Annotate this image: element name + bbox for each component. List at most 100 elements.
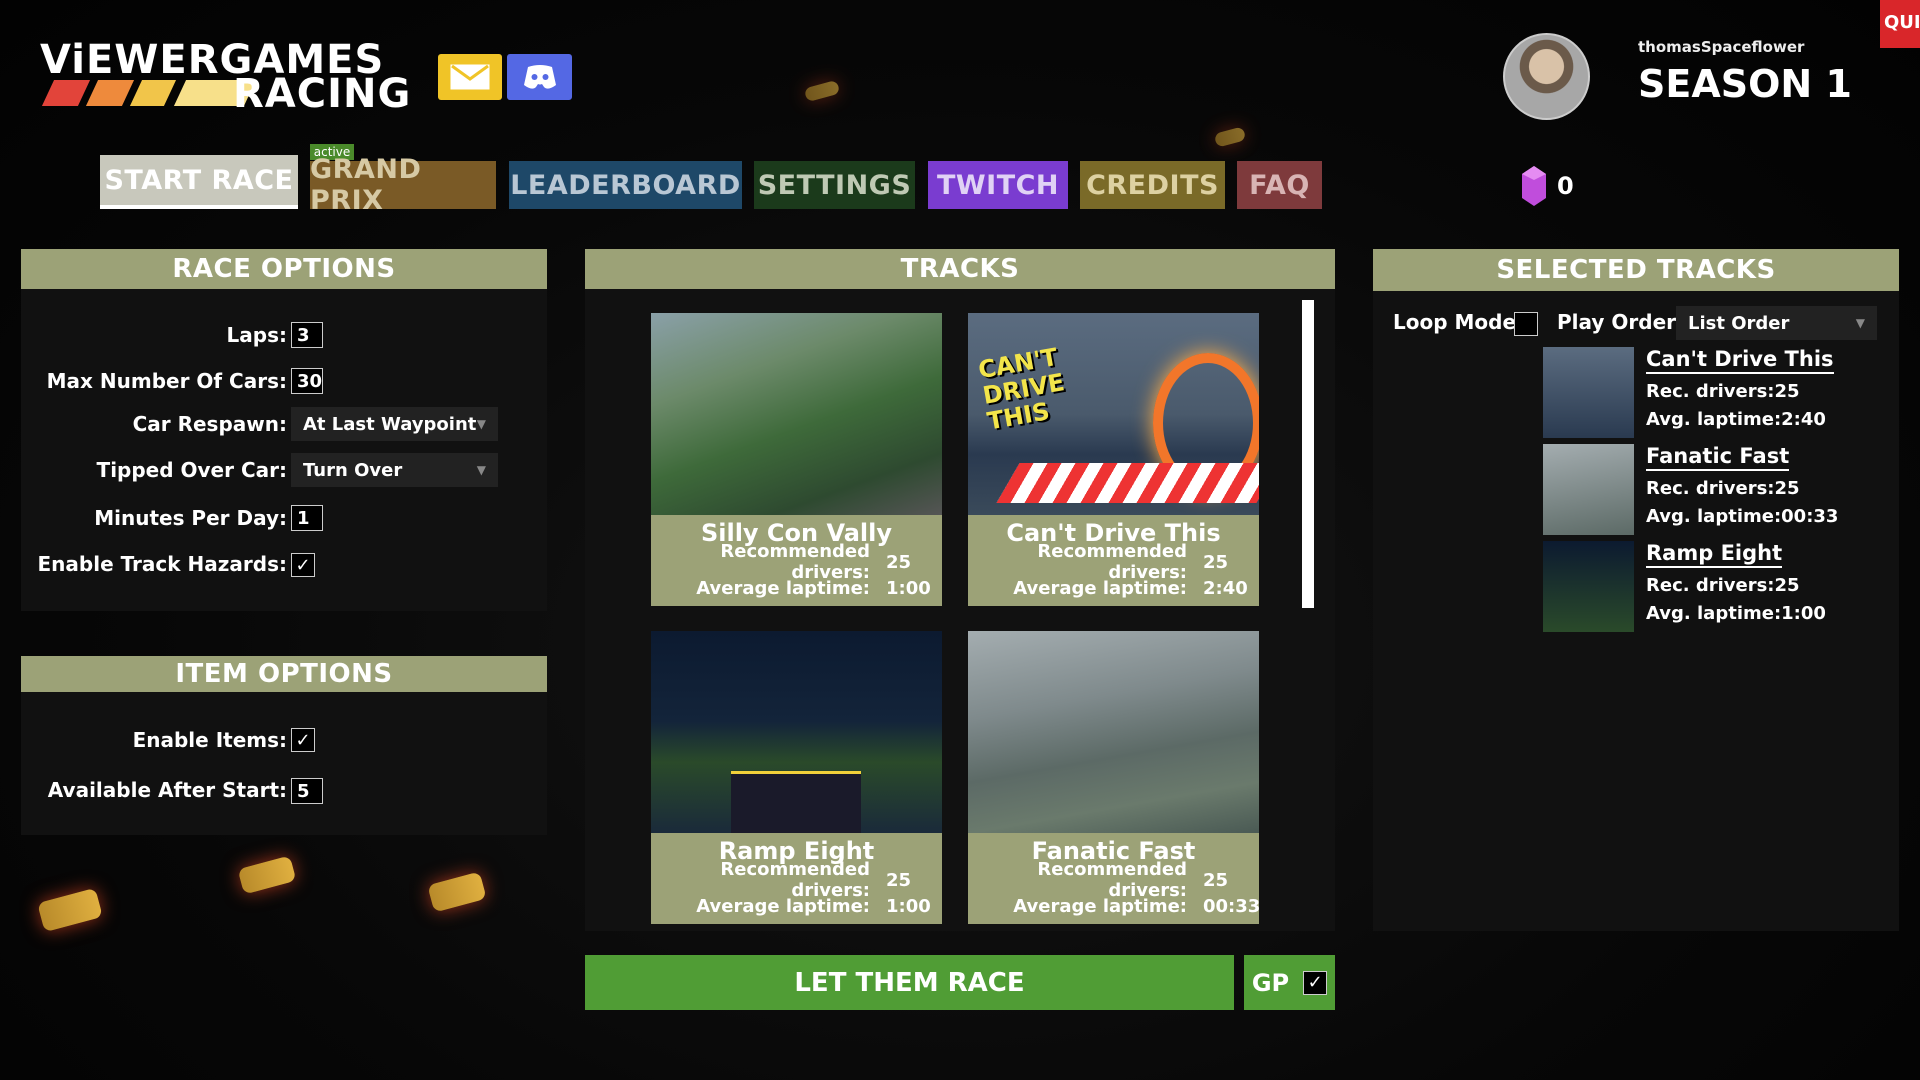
- track-curb: [996, 463, 1259, 503]
- tipped-label: Tipped Over Car:: [96, 458, 287, 482]
- max-cars-input[interactable]: 30: [291, 368, 323, 394]
- gp-checkbox[interactable]: ✓: [1303, 970, 1328, 995]
- tipped-value: Turn Over: [303, 459, 403, 481]
- tracks-title: TRACKS: [585, 249, 1335, 289]
- after-start-label: Available After Start:: [47, 778, 287, 802]
- tab-credits[interactable]: CREDITS: [1080, 161, 1225, 209]
- tab-label: TWITCH: [936, 169, 1060, 201]
- track-card[interactable]: Silly Con Vally Recommended drivers: 25 A…: [651, 313, 942, 606]
- laptime-value: 2:40: [1203, 577, 1248, 599]
- discord-button[interactable]: [507, 54, 572, 100]
- track-image: [651, 313, 942, 515]
- chevron-down-icon: ▼: [476, 417, 486, 431]
- recommended-value: 25: [1203, 869, 1229, 891]
- minutes-input[interactable]: 1: [291, 505, 323, 531]
- mail-button[interactable]: [438, 54, 502, 100]
- hazards-checkbox[interactable]: ✓: [291, 553, 315, 577]
- laps-input[interactable]: 3: [291, 322, 323, 348]
- tab-label: CREDITS: [1086, 169, 1219, 201]
- gem-count: 0: [1557, 172, 1574, 200]
- tab-twitch[interactable]: TWITCH: [928, 161, 1068, 209]
- laptime-label: Average laptime:: [696, 895, 870, 917]
- tab-label: START RACE: [104, 164, 294, 196]
- selected-track-thumbnail: [1543, 347, 1634, 438]
- tracks-scrollbar[interactable]: [1302, 300, 1314, 608]
- track-image: [968, 631, 1259, 833]
- laptime-label: Average laptime:: [1013, 577, 1187, 599]
- tab-faq[interactable]: FAQ: [1237, 161, 1322, 209]
- recommended-value: 25: [1203, 551, 1229, 573]
- quit-button[interactable]: QUIT: [1880, 0, 1920, 48]
- tab-grand-prix[interactable]: GRAND PRIX: [310, 154, 496, 216]
- tab-label: LEADERBOARD: [510, 169, 741, 201]
- loop-mode-checkbox[interactable]: [1514, 312, 1538, 336]
- check-icon: ✓: [1307, 972, 1323, 993]
- selected-track-item[interactable]: Can't Drive This Rec. drivers:25 Avg. la…: [1543, 347, 1903, 439]
- loop-mode-label: Loop Mode:: [1393, 310, 1525, 334]
- tab-settings[interactable]: SETTINGS: [754, 161, 915, 209]
- respawn-value: At Last Waypoint: [303, 413, 477, 435]
- discord-icon: [523, 65, 556, 89]
- tab-label: SETTINGS: [757, 169, 912, 201]
- enable-items-checkbox[interactable]: ✓: [291, 728, 315, 752]
- track-image: CAN'T DRIVE THIS: [968, 313, 1259, 515]
- tab-leaderboard[interactable]: LEADERBOARD: [509, 161, 742, 209]
- selected-track-item[interactable]: Ramp Eight Rec. drivers:25 Avg. laptime:…: [1543, 541, 1903, 633]
- tipped-select[interactable]: Turn Over ▼: [291, 453, 498, 487]
- chevron-down-icon: ▼: [476, 463, 486, 477]
- selected-track-drivers: Rec. drivers:25: [1646, 381, 1800, 402]
- hazards-label: Enable Track Hazards:: [37, 552, 287, 576]
- ramp: [731, 771, 861, 833]
- after-start-input[interactable]: 5: [291, 778, 323, 804]
- gem-icon: [1522, 166, 1546, 206]
- laptime-label: Average laptime:: [696, 577, 870, 599]
- minutes-label: Minutes Per Day:: [94, 506, 287, 530]
- logo-subtitle: RACING: [233, 71, 412, 117]
- season-title: SEASON 1: [1638, 62, 1852, 106]
- respawn-label: Car Respawn:: [132, 412, 287, 436]
- play-order-select[interactable]: List Order ▼: [1676, 306, 1877, 340]
- play-order-value: List Order: [1688, 312, 1790, 334]
- play-order-label: Play Order:: [1557, 310, 1685, 334]
- let-them-race-button[interactable]: LET THEM RACE: [585, 955, 1234, 1010]
- laps-label: Laps:: [226, 323, 287, 347]
- respawn-select[interactable]: At Last Waypoint ▼: [291, 407, 498, 441]
- tab-label: FAQ: [1249, 169, 1310, 201]
- selected-track-name: Fanatic Fast: [1646, 444, 1790, 471]
- track-card[interactable]: Ramp Eight Recommended drivers: 25 Averag…: [651, 631, 942, 924]
- item-options-title: ITEM OPTIONS: [21, 656, 547, 692]
- max-cars-label: Max Number Of Cars:: [46, 369, 287, 393]
- track-card[interactable]: Fanatic Fast Recommended drivers: 25 Aver…: [968, 631, 1261, 924]
- gp-toggle[interactable]: GP ✓: [1244, 955, 1335, 1010]
- selected-track-name: Ramp Eight: [1646, 541, 1783, 568]
- selected-track-drivers: Rec. drivers:25: [1646, 575, 1800, 596]
- avatar: [1503, 33, 1590, 120]
- selected-track-laptime: Avg. laptime:2:40: [1646, 409, 1826, 430]
- mail-icon: [450, 64, 490, 90]
- tab-label: GRAND PRIX: [310, 154, 422, 216]
- enable-items-label: Enable Items:: [132, 728, 287, 752]
- laptime-value: 00:33: [1203, 895, 1261, 917]
- selected-track-item[interactable]: Fanatic Fast Rec. drivers:25 Avg. laptim…: [1543, 444, 1903, 536]
- gp-label: GP: [1251, 968, 1290, 997]
- selected-track-thumbnail: [1543, 541, 1634, 632]
- laptime-label: Average laptime:: [1013, 895, 1187, 917]
- selected-tracks-title: SELECTED TRACKS: [1373, 249, 1899, 291]
- track-logo: CAN'T DRIVE THIS: [976, 342, 1067, 436]
- laptime-value: 1:00: [886, 577, 931, 599]
- selected-track-laptime: Avg. laptime:1:00: [1646, 603, 1826, 624]
- recommended-value: 25: [886, 869, 912, 891]
- check-icon: ✓: [295, 554, 311, 576]
- quit-label: QUIT: [1884, 12, 1920, 33]
- check-icon: ✓: [295, 729, 311, 751]
- selected-track-laptime: Avg. laptime:00:33: [1646, 506, 1839, 527]
- selected-track-thumbnail: [1543, 444, 1634, 535]
- username: thomasSpaceflower: [1638, 38, 1805, 56]
- track-image: [651, 631, 942, 833]
- recommended-value: 25: [886, 551, 912, 573]
- chevron-down-icon: ▼: [1855, 316, 1865, 330]
- let-them-race-label: LET THEM RACE: [794, 967, 1025, 998]
- track-card[interactable]: CAN'T DRIVE THIS Can't Drive This Recomm…: [968, 313, 1259, 606]
- tab-start-race[interactable]: START RACE: [100, 155, 298, 209]
- race-options-title: RACE OPTIONS: [21, 249, 547, 289]
